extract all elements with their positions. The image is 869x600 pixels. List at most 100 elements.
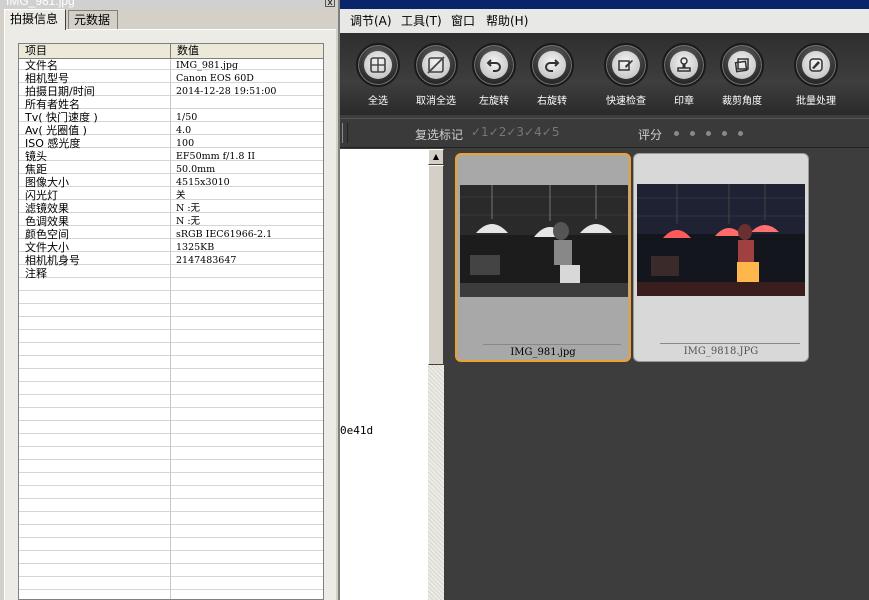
window-title-strip xyxy=(340,0,869,9)
deselect-all-icon xyxy=(422,51,450,79)
rating-dot-1[interactable] xyxy=(674,131,679,136)
stamp-label: 印章 xyxy=(674,96,694,107)
menu-window[interactable]: 窗口 xyxy=(451,13,475,31)
table-rows: 文件名 IMG_981.jpg 相机型号 Canon EOS 60D 拍摄日期/时间 20… xyxy=(19,59,323,280)
table-row[interactable]: 滤镜效果 N :无 xyxy=(19,202,323,215)
table-row[interactable]: 焦距 50.0mm xyxy=(19,163,323,176)
row-item-name: 拍摄日期/时间 xyxy=(25,85,95,98)
row-item-name: 焦距 xyxy=(25,163,47,176)
row-item-name: 所有者姓名 xyxy=(25,98,80,111)
shooting-info-panel: IMG_981.jpg x 拍摄信息 元数据 项目 数值 文件名 IMG_981.… xyxy=(0,0,340,600)
toolbar: 全选 取消全选 左旋转 右旋转 快速检查 印章 裁剪角度 批量处理 xyxy=(340,33,869,115)
row-item-name: 图像大小 xyxy=(25,176,69,189)
column-header-item[interactable]: 项目 xyxy=(19,44,171,58)
tab-metadata[interactable]: 元数据 xyxy=(68,10,118,29)
table-row[interactable]: 相机型号 Canon EOS 60D xyxy=(19,72,323,85)
thumbnail-filename: IMG_9818.JPG xyxy=(683,346,759,357)
panel-titlebar[interactable]: IMG_981.jpg x xyxy=(0,0,338,8)
crop-angle-icon xyxy=(728,51,756,79)
select-all-button[interactable]: 全选 xyxy=(348,43,408,107)
table-row[interactable]: 闪光灯 关 xyxy=(19,189,323,202)
folder-list-pane[interactable]: 0e41d xyxy=(340,149,434,600)
table-row[interactable]: 所有者姓名 xyxy=(19,98,323,111)
rotate-right-icon xyxy=(538,51,566,79)
row-item-name: Av( 光圈值 ) xyxy=(25,124,87,137)
table-row[interactable]: ISO 感光度 100 xyxy=(19,137,323,150)
toolbar-grip[interactable] xyxy=(342,123,348,143)
crop-angle-button[interactable]: 裁剪角度 xyxy=(712,43,772,107)
quick-check-label: 快速检查 xyxy=(606,96,646,107)
thumbnail-separator xyxy=(483,344,621,345)
row-item-value: 关 xyxy=(176,190,186,201)
row-item-value: N :无 xyxy=(176,203,201,214)
vertical-scrollbar[interactable]: ▲ xyxy=(428,149,444,600)
row-item-name: 闪光灯 xyxy=(25,189,58,202)
row-item-name: ISO 感光度 xyxy=(25,137,81,150)
select-all-label: 全选 xyxy=(368,96,388,107)
row-item-name: 色调效果 xyxy=(25,215,69,228)
table-row[interactable]: 镜头 EF50mm f/1.8 II xyxy=(19,150,323,163)
deselect-all-button[interactable]: 取消全选 xyxy=(406,43,466,107)
stamp-button[interactable]: 印章 xyxy=(654,43,714,107)
rotate-right-label: 右旋转 xyxy=(537,96,567,107)
table-row[interactable]: 注释 xyxy=(19,267,323,280)
table-row[interactable]: Tv( 快门速度 ) 1/50 xyxy=(19,111,323,124)
rotate-right-button[interactable]: 右旋转 xyxy=(522,43,582,107)
check-mark-filter[interactable]: ✓1✓2✓3✓4✓5 xyxy=(471,125,559,139)
quick-check-button[interactable]: 快速检查 xyxy=(596,43,656,107)
rating-dot-2[interactable] xyxy=(690,131,695,136)
menu-adjust[interactable]: 调节(A) xyxy=(350,13,392,31)
thumbnail-item[interactable]: IMG_981.jpg xyxy=(455,153,631,362)
row-item-name: 文件大小 xyxy=(25,241,69,254)
row-item-value: IMG_981.jpg xyxy=(176,60,239,71)
row-item-value xyxy=(171,98,323,111)
table-row[interactable]: 色调效果 N :无 xyxy=(19,215,323,228)
row-item-value: 2014-12-28 19:51:00 xyxy=(176,86,277,97)
scroll-up-arrow-icon[interactable]: ▲ xyxy=(428,149,444,165)
check-mark-filter-label: 复选标记 xyxy=(415,128,464,142)
rotate-left-button[interactable]: 左旋转 xyxy=(464,43,524,107)
row-item-name: 注释 xyxy=(25,267,47,280)
quick-check-icon xyxy=(612,51,640,79)
rotate-left-icon xyxy=(480,51,508,79)
row-item-name: Tv( 快门速度 ) xyxy=(25,111,98,124)
row-item-name: 相机机身号 xyxy=(25,254,80,267)
table-row[interactable]: 相机机身号 2147483647 xyxy=(19,254,323,267)
row-item-name: 相机型号 xyxy=(25,72,69,85)
menu-help[interactable]: 帮助(H) xyxy=(486,13,528,31)
close-icon[interactable]: x xyxy=(325,0,335,8)
row-item-value xyxy=(171,267,323,280)
column-header-value[interactable]: 数值 xyxy=(171,44,323,58)
batch-process-icon xyxy=(802,51,830,79)
thumbnail-separator xyxy=(660,343,800,344)
row-item-name: 颜色空间 xyxy=(25,228,69,241)
rating-dot-5[interactable] xyxy=(738,131,743,136)
row-item-value: 1/50 xyxy=(176,112,198,123)
scroll-thumb[interactable] xyxy=(428,165,444,365)
select-all-icon xyxy=(364,51,392,79)
row-item-value: 4515x3010 xyxy=(176,177,230,188)
tab-shooting-info[interactable]: 拍摄信息 xyxy=(4,9,66,30)
table-row[interactable]: 文件大小 1325KB xyxy=(19,241,323,254)
rating-dot-4[interactable] xyxy=(722,131,727,136)
row-item-name: 镜头 xyxy=(25,150,47,163)
row-item-value: EF50mm f/1.8 II xyxy=(176,151,256,162)
thumbnail-image xyxy=(637,184,805,296)
rotate-left-label: 左旋转 xyxy=(479,96,509,107)
thumbnail-filename: IMG_981.jpg xyxy=(510,347,576,358)
batch-process-button[interactable]: 批量处理 xyxy=(786,43,846,107)
row-item-value: 50.0mm xyxy=(176,164,216,175)
table-row[interactable]: 拍摄日期/时间 2014-12-28 19:51:00 xyxy=(19,85,323,98)
thumbnail-item[interactable]: IMG_9818.JPG xyxy=(633,153,809,362)
row-item-value: Canon EOS 60D xyxy=(176,73,254,84)
table-row[interactable]: 颜色空间 sRGB IEC61966-2.1 xyxy=(19,228,323,241)
stamp-icon xyxy=(670,51,698,79)
row-item-value: 2147483647 xyxy=(176,255,237,266)
table-row[interactable]: Av( 光圈值 ) 4.0 xyxy=(19,124,323,137)
rating-filter-label: 评分 xyxy=(638,128,663,142)
table-row[interactable]: 文件名 IMG_981.jpg xyxy=(19,59,323,72)
table-row[interactable]: 图像大小 4515x3010 xyxy=(19,176,323,189)
menu-tools[interactable]: 工具(T) xyxy=(401,13,442,31)
browser-window: 调节(A) 工具(T) 窗口 帮助(H) 全选 取消全选 左旋转 右旋转 快速检… xyxy=(340,0,869,600)
rating-dot-3[interactable] xyxy=(706,131,711,136)
